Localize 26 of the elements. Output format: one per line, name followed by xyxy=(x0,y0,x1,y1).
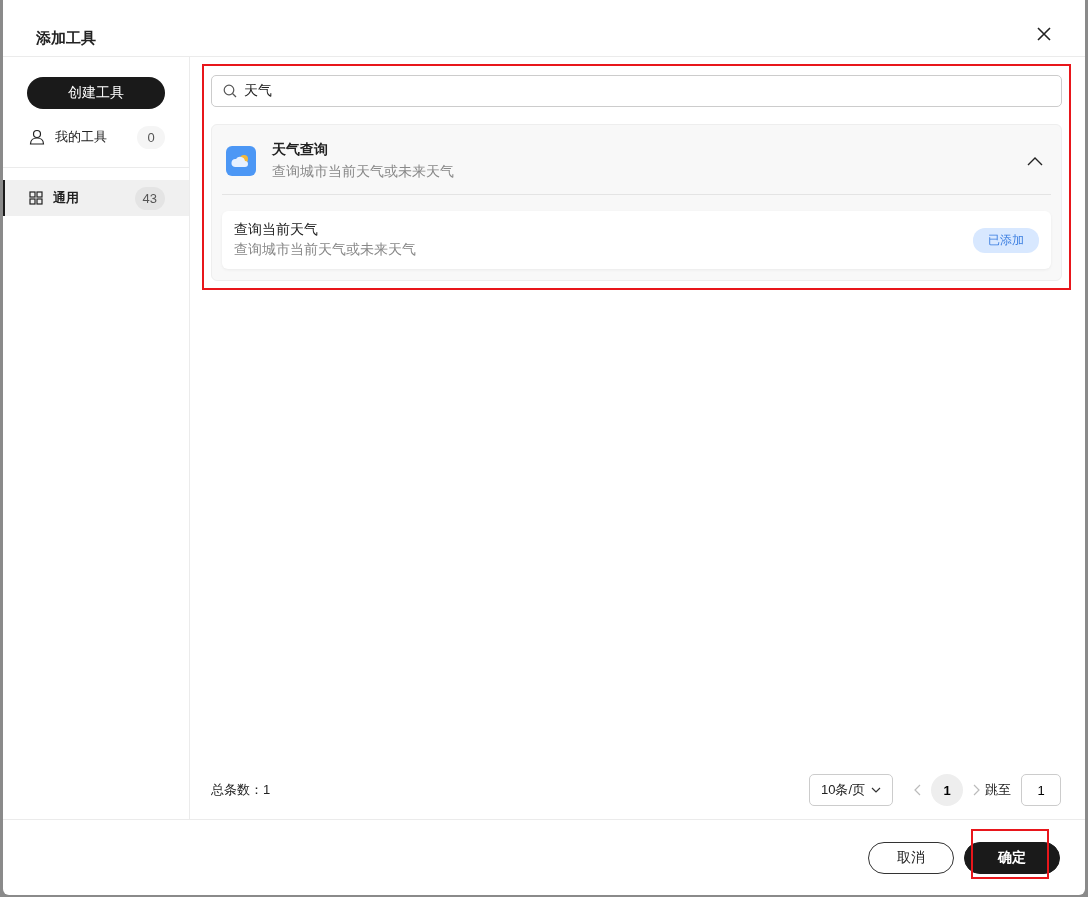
weather-icon xyxy=(226,146,256,176)
total-count: 总条数：1 xyxy=(211,781,271,799)
dialog-title: 添加工具 xyxy=(36,29,96,48)
page-size-dropdown[interactable]: 10条/页 xyxy=(808,774,893,806)
caret-icon xyxy=(871,787,881,793)
sidebar-item[interactable]: 通用 43 xyxy=(3,180,189,216)
sidebar-item[interactable]: 我的工具 0 xyxy=(3,119,189,155)
count-badge: 0 xyxy=(137,125,165,149)
create-tool-button[interactable]: 创建工具 xyxy=(27,77,165,109)
page-button[interactable]: 1 xyxy=(931,774,963,806)
added-badge: 已添加 xyxy=(973,227,1039,253)
count-badge: 43 xyxy=(134,186,165,210)
jump-page-field[interactable]: 1 xyxy=(1021,774,1061,806)
search-icon xyxy=(223,84,237,98)
group-title: 天气查询 xyxy=(272,141,329,159)
tool-name: 查询当前天气 xyxy=(234,221,319,239)
jump-label: 跳至 xyxy=(985,781,1011,799)
chevron-icon[interactable] xyxy=(1027,156,1043,166)
close-icon[interactable] xyxy=(1036,26,1052,42)
confirm-button[interactable]: 确定 xyxy=(964,841,1060,874)
user-icon xyxy=(29,129,45,145)
tool-description: 查询城市当前天气或未来天气 xyxy=(234,241,417,259)
grid-icon xyxy=(29,191,43,205)
group-description: 查询城市当前天气或未来天气 xyxy=(272,163,455,181)
cancel-button[interactable]: 取消 xyxy=(868,841,954,874)
search-field[interactable]: 天气 xyxy=(211,75,1062,107)
